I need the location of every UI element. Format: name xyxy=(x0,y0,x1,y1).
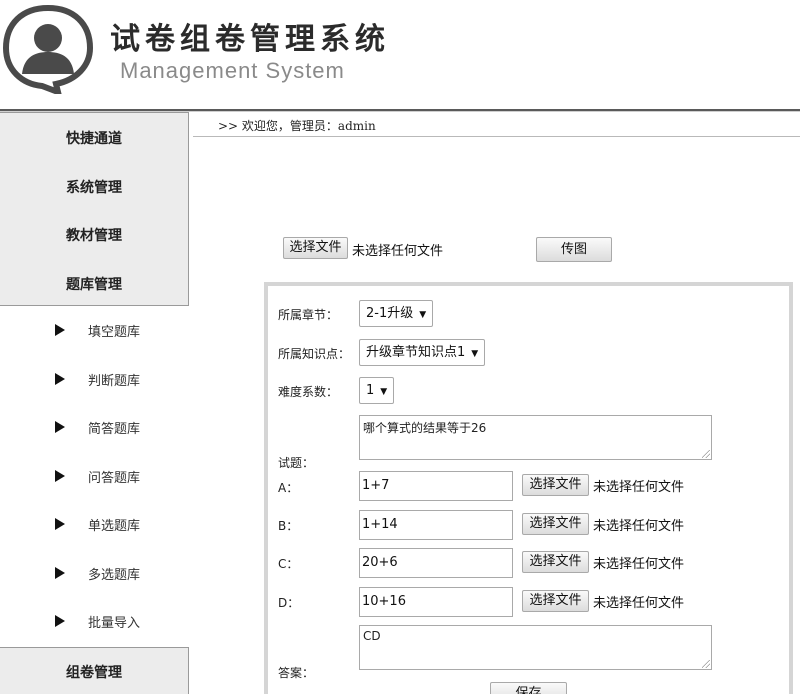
difficulty-select-value: 1 xyxy=(366,383,375,398)
option-c-input[interactable]: 20+6 xyxy=(359,548,513,578)
option-a-file-button[interactable]: 选择文件 xyxy=(522,474,589,496)
sidebar-subitem-label: 单选题库 xyxy=(88,519,141,534)
option-b-label: B： xyxy=(278,519,299,533)
knowledge-point-select-value: 升级章节知识点1 xyxy=(366,345,466,360)
question-textarea[interactable]: 哪个算式的结果等于26 xyxy=(359,415,712,460)
header: 试卷组卷管理系统 Management System xyxy=(0,0,800,112)
triangle-right-icon xyxy=(55,615,65,627)
user-logo-icon xyxy=(2,4,94,94)
chapter-select-value: 2-1升级 xyxy=(366,306,414,321)
sidebar-subitem-multi-choice[interactable]: 多选题库 xyxy=(0,564,189,584)
question-text: 哪个算式的结果等于26 xyxy=(363,421,487,435)
option-d-file-button[interactable]: 选择文件 xyxy=(522,590,589,612)
triangle-right-icon xyxy=(55,421,65,433)
caret-down-icon: ▼ xyxy=(471,349,479,359)
option-b-file-status: 未选择任何文件 xyxy=(593,519,685,534)
sidebar-subitem-short-answer[interactable]: 简答题库 xyxy=(0,418,189,438)
sidebar-subitem-fill-blank[interactable]: 填空题库 xyxy=(0,321,189,341)
option-d-label: D： xyxy=(278,596,300,610)
choose-image-file-button[interactable]: 选择文件 xyxy=(283,237,348,259)
upload-image-button[interactable]: 传图 xyxy=(536,237,612,262)
sidebar-subitem-label: 问答题库 xyxy=(88,471,141,486)
sidebar-subitem-single-choice[interactable]: 单选题库 xyxy=(0,515,189,535)
option-c-file-status: 未选择任何文件 xyxy=(593,557,685,572)
sidebar-bottom-menu: 组卷管理 xyxy=(0,647,189,694)
app-title: 试卷组卷管理系统 xyxy=(110,22,390,57)
resize-handle-icon[interactable] xyxy=(702,660,710,668)
answer-label: 答案： xyxy=(278,666,315,680)
option-b-file-button[interactable]: 选择文件 xyxy=(522,513,589,535)
option-d-input[interactable]: 10+16 xyxy=(359,587,513,617)
app-subtitle: Management System xyxy=(120,58,345,83)
option-c-label: C： xyxy=(278,557,299,571)
knowledge-point-select[interactable]: 升级章节知识点1 ▼ xyxy=(359,339,486,366)
resize-handle-icon[interactable] xyxy=(702,450,710,458)
page: 试卷组卷管理系统 Management System 快捷通道 系统管理 教材管… xyxy=(0,0,800,694)
triangle-right-icon xyxy=(55,373,65,385)
option-c-file-button[interactable]: 选择文件 xyxy=(522,551,589,573)
sidebar-subitem-label: 多选题库 xyxy=(88,568,141,583)
triangle-right-icon xyxy=(55,567,65,579)
sidebar-subitem-label: 批量导入 xyxy=(88,616,141,631)
sidebar-subitem-true-false[interactable]: 判断题库 xyxy=(0,370,189,390)
sidebar-subitem-label: 简答题库 xyxy=(88,422,141,437)
question-label: 试题： xyxy=(278,456,315,470)
difficulty-label: 难度系数： xyxy=(278,385,339,399)
sidebar-subitem-label: 填空题库 xyxy=(88,325,141,340)
sidebar-item-question-bank[interactable]: 题库管理 xyxy=(66,274,122,294)
option-a-label: A： xyxy=(278,481,299,495)
sidebar-item-shortcut[interactable]: 快捷通道 xyxy=(66,128,122,148)
triangle-right-icon xyxy=(55,518,65,530)
caret-down-icon: ▼ xyxy=(380,387,388,397)
sidebar-subitem-label: 判断题库 xyxy=(88,374,141,389)
option-a-input[interactable]: 1+7 xyxy=(359,471,513,501)
answer-textarea[interactable]: CD xyxy=(359,625,712,670)
sidebar-item-paper-assembly[interactable]: 组卷管理 xyxy=(66,662,122,682)
image-file-status: 未选择任何文件 xyxy=(352,244,444,259)
option-d-file-status: 未选择任何文件 xyxy=(593,596,685,611)
welcome-bar: >> 欢迎您，管理员：admin xyxy=(193,112,800,137)
knowledge-point-label: 所属知识点： xyxy=(278,347,351,361)
sidebar-subitem-batch-import[interactable]: 批量导入 xyxy=(0,612,189,632)
triangle-right-icon xyxy=(55,324,65,336)
caret-down-icon: ▼ xyxy=(419,310,427,320)
option-a-file-status: 未选择任何文件 xyxy=(593,480,685,495)
triangle-right-icon xyxy=(55,470,65,482)
save-button[interactable]: 保存 xyxy=(490,682,567,694)
sidebar-subitem-essay[interactable]: 问答题库 xyxy=(0,467,189,487)
difficulty-select[interactable]: 1 ▼ xyxy=(359,377,395,404)
option-b-input[interactable]: 1+14 xyxy=(359,510,513,540)
sidebar-item-textbook[interactable]: 教材管理 xyxy=(66,225,122,245)
sidebar-item-system[interactable]: 系统管理 xyxy=(66,177,122,197)
chapter-select[interactable]: 2-1升级 ▼ xyxy=(359,300,434,327)
answer-text: CD xyxy=(363,629,381,643)
sidebar-top-menu: 快捷通道 系统管理 教材管理 题库管理 xyxy=(0,112,189,306)
welcome-text: >> 欢迎您，管理员：admin xyxy=(218,119,376,133)
chapter-label: 所属章节： xyxy=(278,308,339,322)
